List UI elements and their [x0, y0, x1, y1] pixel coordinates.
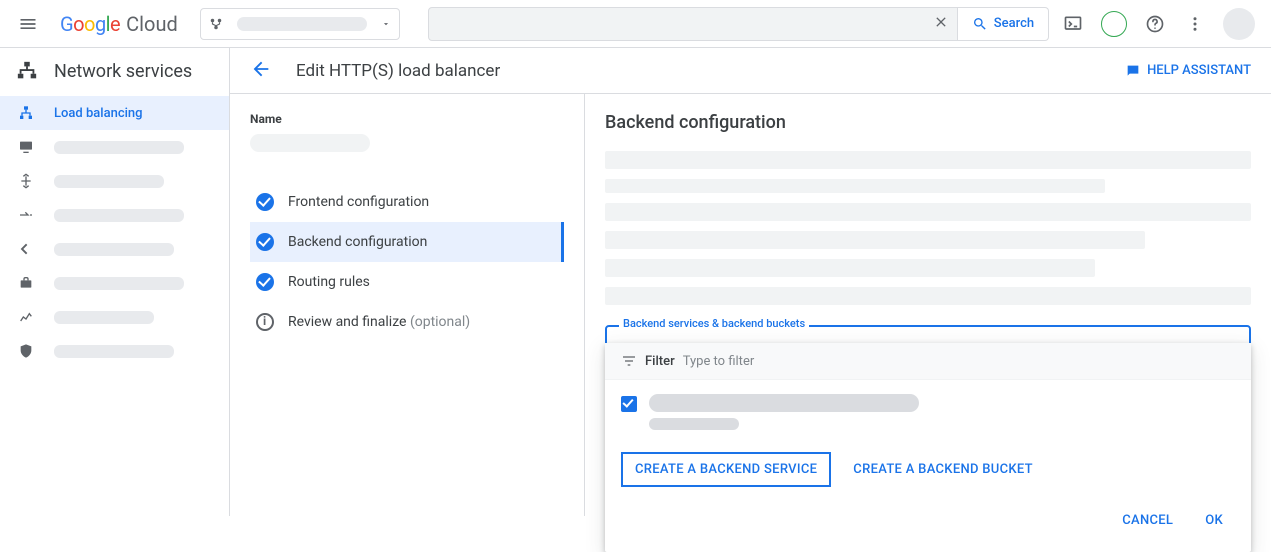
page-title: Edit HTTP(S) load balancer — [296, 61, 500, 81]
step-frontend[interactable]: Frontend configuration — [250, 182, 564, 222]
cancel-button[interactable]: CANCEL — [1118, 505, 1177, 536]
sidebar-item[interactable] — [0, 164, 229, 198]
more-icon[interactable] — [1183, 12, 1207, 36]
project-picker[interactable] — [200, 8, 400, 40]
project-icon — [209, 17, 223, 31]
clear-search-icon[interactable] — [933, 14, 949, 34]
search-input[interactable] — [428, 7, 958, 41]
sidebar-item[interactable] — [0, 334, 229, 368]
step-routing[interactable]: Routing rules — [250, 262, 564, 302]
backend-config-panel: Backend configuration Backend services &… — [585, 94, 1271, 516]
tool-icon — [16, 241, 36, 257]
sidebar-item[interactable] — [0, 300, 229, 334]
step-review[interactable]: Review and finalize (optional) — [250, 302, 564, 342]
back-arrow-icon[interactable] — [250, 58, 272, 84]
filter-icon — [621, 353, 637, 369]
network-services-icon — [16, 60, 38, 82]
placeholder-line — [605, 231, 1145, 249]
sidebar-title: Network services — [0, 48, 229, 94]
option-subtext-placeholder — [649, 418, 739, 430]
help-icon[interactable] — [1143, 12, 1167, 36]
sidebar-item[interactable] — [0, 232, 229, 266]
name-value-placeholder — [250, 134, 370, 152]
sidebar: Network services Load balancing — [0, 48, 230, 516]
menu-icon[interactable] — [8, 14, 48, 34]
chart-icon — [16, 309, 36, 325]
sidebar-item-label: Load balancing — [54, 106, 143, 121]
backend-option-row[interactable] — [605, 380, 1251, 434]
step-backend[interactable]: Backend configuration — [250, 222, 564, 262]
info-icon — [256, 313, 274, 331]
placeholder-line — [605, 287, 1251, 305]
checkbox-checked-icon[interactable] — [621, 396, 637, 412]
ok-button[interactable]: OK — [1201, 505, 1227, 536]
briefcase-icon — [16, 275, 36, 291]
search-icon — [972, 16, 988, 32]
placeholder-line — [605, 151, 1251, 169]
page-header: Edit HTTP(S) load balancer HELP ASSISTAN… — [230, 48, 1271, 94]
status-indicator-icon[interactable] — [1101, 11, 1127, 37]
steps-column: Name Frontend configuration Backend conf… — [230, 94, 585, 516]
section-title: Backend configuration — [605, 112, 1251, 133]
chat-icon — [1125, 63, 1141, 79]
search-button[interactable]: Search — [958, 7, 1049, 41]
shield-icon — [16, 343, 36, 359]
cloud-shell-icon[interactable] — [1061, 12, 1085, 36]
sidebar-item[interactable] — [0, 266, 229, 300]
sidebar-item[interactable] — [0, 198, 229, 232]
google-cloud-logo[interactable]: Google Cloud — [48, 12, 190, 36]
project-name-placeholder — [237, 17, 367, 31]
name-label: Name — [250, 112, 564, 126]
arrows-icon — [16, 173, 36, 189]
option-name-placeholder — [649, 394, 919, 412]
create-backend-service-button[interactable]: CREATE A BACKEND SERVICE — [621, 452, 831, 487]
create-backend-bucket-button[interactable]: CREATE A BACKEND BUCKET — [849, 454, 1037, 485]
load-balancing-icon — [16, 105, 36, 121]
sidebar-item[interactable] — [0, 130, 229, 164]
chevron-down-icon — [381, 19, 391, 29]
backend-select-popover: Filter Type to filter CREATE A BACKEND S… — [605, 343, 1251, 552]
help-assistant-button[interactable]: HELP ASSISTANT — [1125, 63, 1251, 79]
check-icon — [256, 273, 274, 291]
field-label: Backend services & backend buckets — [619, 317, 809, 330]
placeholder-line — [605, 259, 1095, 277]
filter-input[interactable]: Type to filter — [683, 354, 755, 369]
placeholder-line — [605, 203, 1251, 221]
route-icon — [16, 207, 36, 223]
monitor-icon — [16, 139, 36, 155]
placeholder-line — [605, 179, 1105, 193]
check-icon — [256, 233, 274, 251]
filter-row[interactable]: Filter Type to filter — [605, 343, 1251, 380]
check-icon — [256, 193, 274, 211]
top-header: Google Cloud Search — [0, 0, 1271, 48]
account-avatar[interactable] — [1223, 8, 1255, 40]
sidebar-item-load-balancing[interactable]: Load balancing — [0, 96, 229, 130]
